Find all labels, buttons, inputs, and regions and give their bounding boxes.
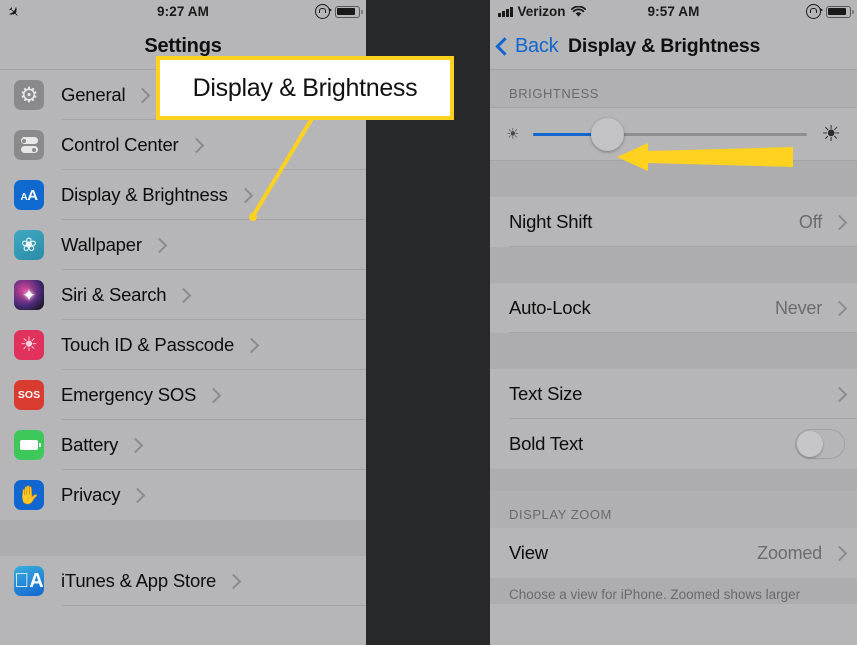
- sidebar-item-touch-id-passcode[interactable]: ☀ Touch ID & Passcode: [0, 320, 366, 370]
- sidebar-item-label: Emergency SOS: [61, 384, 197, 405]
- back-button[interactable]: Back: [495, 34, 559, 58]
- sidebar-item-siri-search[interactable]: ✦ Siri & Search: [0, 270, 366, 320]
- row-label: Auto-Lock: [509, 297, 591, 318]
- chevron-right-icon: [205, 387, 222, 403]
- rotation-lock-icon: [806, 4, 823, 19]
- chevron-right-icon: [831, 300, 848, 316]
- section-gap: [490, 333, 857, 369]
- app-store-icon: A: [14, 566, 44, 596]
- right-status-bar: Verizon 9:57 AM: [490, 0, 857, 23]
- brightness-slider-thumb[interactable]: [590, 117, 624, 151]
- toggles-icon: [14, 130, 44, 160]
- row-auto-lock[interactable]: Auto-Lock Never: [490, 283, 857, 333]
- right-status-time: 9:57 AM: [647, 4, 700, 19]
- sidebar-item-label: Control Center: [61, 134, 179, 155]
- page-title: Display & Brightness: [568, 34, 761, 57]
- chevron-right-icon: [831, 214, 848, 230]
- fingerprint-icon: ☀: [14, 330, 44, 360]
- row-text-size[interactable]: Text Size: [490, 369, 857, 419]
- right-nav-bar: Back Display & Brightness: [490, 23, 857, 70]
- brightness-slider-row[interactable]: ☀ ☀: [490, 107, 857, 161]
- row-label: View: [509, 542, 548, 563]
- left-status-time: 9:27 AM: [157, 4, 209, 19]
- row-night-shift[interactable]: Night Shift Off: [490, 197, 857, 247]
- chevron-right-icon: [831, 386, 848, 402]
- chevron-right-icon: [151, 237, 168, 253]
- screenshot-stage: ✈ 9:27 AM Settings ⚙ General Control Cen…: [0, 0, 857, 645]
- siri-icon: ✦: [14, 280, 44, 310]
- sidebar-item-label: Privacy: [61, 484, 121, 505]
- hand-icon: ✋: [14, 480, 44, 510]
- battery-icon: [826, 5, 854, 18]
- flower-icon: ❀: [14, 230, 44, 260]
- sidebar-item-label: Display & Brightness: [61, 184, 228, 205]
- chevron-right-icon: [188, 137, 204, 153]
- callout-box: Display & Brightness: [156, 56, 454, 120]
- sos-icon: SOS: [14, 380, 44, 410]
- sidebar-item-label: Wallpaper: [61, 234, 142, 255]
- sidebar-item-wallpaper[interactable]: ❀ Wallpaper: [0, 220, 366, 270]
- display-zoom-section-header: DISPLAY ZOOM: [490, 491, 857, 528]
- row-value: Off: [798, 211, 822, 232]
- gear-icon: ⚙: [14, 80, 44, 110]
- battery-icon: [335, 5, 363, 18]
- sidebar-item-battery[interactable]: Battery: [0, 420, 366, 470]
- brightness-slider-track[interactable]: [533, 117, 808, 151]
- chevron-right-icon: [225, 573, 242, 589]
- sun-small-icon: ☀: [506, 125, 520, 143]
- sidebar-item-itunes-app-store[interactable]: A iTunes & App Store: [0, 556, 366, 606]
- row-bold-text[interactable]: Bold Text: [490, 419, 857, 469]
- brightness-section-header: BRIGHTNESS: [490, 70, 857, 107]
- chevron-right-icon: [129, 487, 146, 503]
- chevron-right-icon: [135, 87, 151, 103]
- left-status-bar: ✈ 9:27 AM: [0, 0, 366, 23]
- section-gap: [490, 161, 857, 197]
- chevron-right-icon: [831, 545, 848, 561]
- battery-icon: [14, 430, 44, 460]
- aa-text-icon: AA: [14, 180, 44, 210]
- sidebar-item-display-brightness[interactable]: AA Display & Brightness: [0, 170, 366, 220]
- section-gap: [490, 469, 857, 491]
- sidebar-item-label: Touch ID & Passcode: [61, 334, 235, 355]
- row-label: Bold Text: [509, 433, 583, 454]
- left-status-right: [315, 4, 363, 19]
- row-value: Zoomed: [757, 542, 822, 563]
- row-value: Never: [774, 297, 822, 318]
- chevron-right-icon: [127, 437, 144, 453]
- bold-text-toggle[interactable]: [795, 429, 845, 459]
- right-status-right: [806, 4, 854, 19]
- sidebar-item-label: General: [61, 84, 126, 105]
- sidebar-item-label: Battery: [61, 434, 119, 455]
- right-phone-screen: Verizon 9:57 AM Back Display & Brightnes…: [490, 0, 857, 645]
- display-zoom-footnote: Choose a view for iPhone. Zoomed shows l…: [490, 578, 857, 605]
- chevron-right-icon: [237, 187, 253, 203]
- callout-label: Display & Brightness: [192, 73, 418, 102]
- sidebar-item-control-center[interactable]: Control Center: [0, 120, 366, 170]
- sidebar-item-emergency-sos[interactable]: SOS Emergency SOS: [0, 370, 366, 420]
- chevron-right-icon: [176, 287, 192, 303]
- row-view[interactable]: View Zoomed: [490, 528, 857, 578]
- sidebar-item-privacy[interactable]: ✋ Privacy: [0, 470, 366, 520]
- row-label: Text Size: [509, 383, 583, 404]
- section-gap: [490, 247, 857, 283]
- chevron-left-icon: [495, 36, 514, 56]
- sidebar-group-gap: [0, 520, 366, 556]
- chevron-right-icon: [243, 337, 260, 353]
- back-button-label: Back: [515, 34, 559, 57]
- page-title: Settings: [144, 34, 222, 57]
- sidebar-item-label: Siri & Search: [61, 284, 167, 305]
- sun-large-icon: ☀: [821, 121, 841, 146]
- row-label: Night Shift: [509, 211, 593, 232]
- rotation-lock-icon: [315, 4, 332, 19]
- sidebar-item-label: iTunes & App Store: [61, 570, 217, 591]
